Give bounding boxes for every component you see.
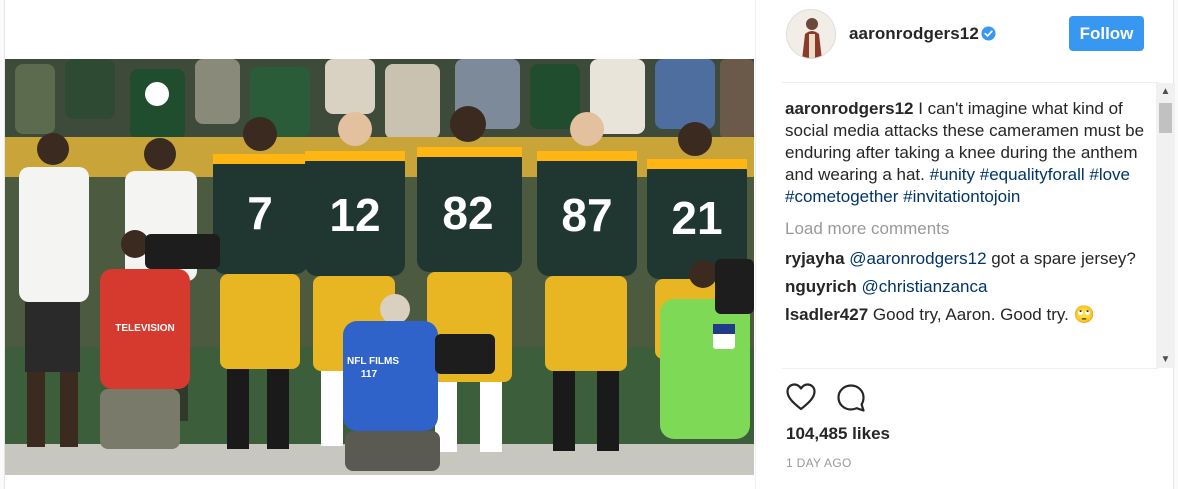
header-divider — [782, 82, 1158, 83]
comment-text: got a spare jersey? — [986, 249, 1136, 268]
jersey-number-82: 82 — [442, 187, 493, 239]
comment-item: ryjayha @aaronrodgers12 got a spare jers… — [785, 248, 1155, 270]
likes-count[interactable]: 104,485 likes — [786, 424, 890, 444]
comments-list: aaronrodgers12 I can't imagine what kind… — [785, 98, 1155, 368]
comment-mention[interactable]: @aaronrodgers12 — [849, 249, 986, 268]
follow-button[interactable]: Follow — [1069, 16, 1144, 51]
post-media: 7 12 82 87 21 TELEVISION NFL FILMS 117 — [5, 0, 754, 489]
nfl-films-number: 117 — [361, 369, 378, 380]
comment-text: Good try, Aaron. Good try. 🙄 — [872, 305, 1095, 324]
avatar[interactable] — [786, 9, 836, 59]
post-caption: aaronrodgers12 I can't imagine what kind… — [785, 98, 1155, 208]
hashtag-link[interactable]: #equalityforall — [980, 165, 1085, 184]
avatar-image — [787, 10, 835, 58]
hashtag-link[interactable]: #love — [1089, 165, 1130, 184]
post-header: aaronrodgers12 Follow — [756, 0, 1176, 82]
jersey-number-21: 21 — [671, 192, 722, 244]
photo-illustration: 7 12 82 87 21 TELEVISION NFL FILMS 117 — [5, 59, 754, 475]
post-timestamp[interactable]: 1 DAY AGO — [786, 456, 852, 470]
comment-username[interactable]: ryjayha — [785, 249, 845, 268]
comment-bubble-icon[interactable] — [836, 383, 866, 413]
scroll-down-arrow-icon[interactable]: ▼ — [1156, 351, 1175, 368]
camera-vest-text: TELEVISION — [115, 323, 174, 334]
post-photo[interactable]: 7 12 82 87 21 TELEVISION NFL FILMS 117 — [5, 59, 754, 475]
nfl-films-text: NFL FILMS — [347, 356, 399, 367]
hashtag-link[interactable]: #cometogether — [785, 187, 898, 206]
comment-item: nguyrich @christianzanca — [785, 276, 1155, 298]
comment-username[interactable]: lsadler427 — [785, 305, 868, 324]
hashtag-link[interactable]: #unity — [930, 165, 975, 184]
post-sidebar: aaronrodgers12 Follow aaronrodgers12 I c… — [755, 0, 1175, 489]
scroll-up-arrow-icon[interactable]: ▲ — [1156, 83, 1175, 100]
jersey-number-87: 87 — [561, 189, 612, 241]
comment-item: lsadler427 Good try, Aaron. Good try. 🙄 — [785, 304, 1155, 326]
jersey-number-7: 7 — [247, 187, 273, 239]
instagram-post: 7 12 82 87 21 TELEVISION NFL FILMS 117 a… — [4, 0, 1175, 489]
actions-divider — [782, 368, 1158, 369]
comment-username[interactable]: nguyrich — [785, 277, 857, 296]
comments-scrollbar[interactable]: ▲ ▼ — [1156, 83, 1175, 368]
scrollbar-thumb[interactable] — [1159, 103, 1172, 133]
jersey-number-12: 12 — [329, 189, 380, 241]
like-heart-icon[interactable] — [786, 383, 816, 411]
load-more-comments-link[interactable]: Load more comments — [785, 218, 1155, 240]
comment-mention[interactable]: @christianzanca — [862, 277, 988, 296]
verified-badge-icon — [981, 26, 996, 41]
caption-username[interactable]: aaronrodgers12 — [785, 99, 914, 118]
post-author-username[interactable]: aaronrodgers12 — [849, 24, 979, 44]
hashtag-link[interactable]: #invitationtojoin — [903, 187, 1020, 206]
